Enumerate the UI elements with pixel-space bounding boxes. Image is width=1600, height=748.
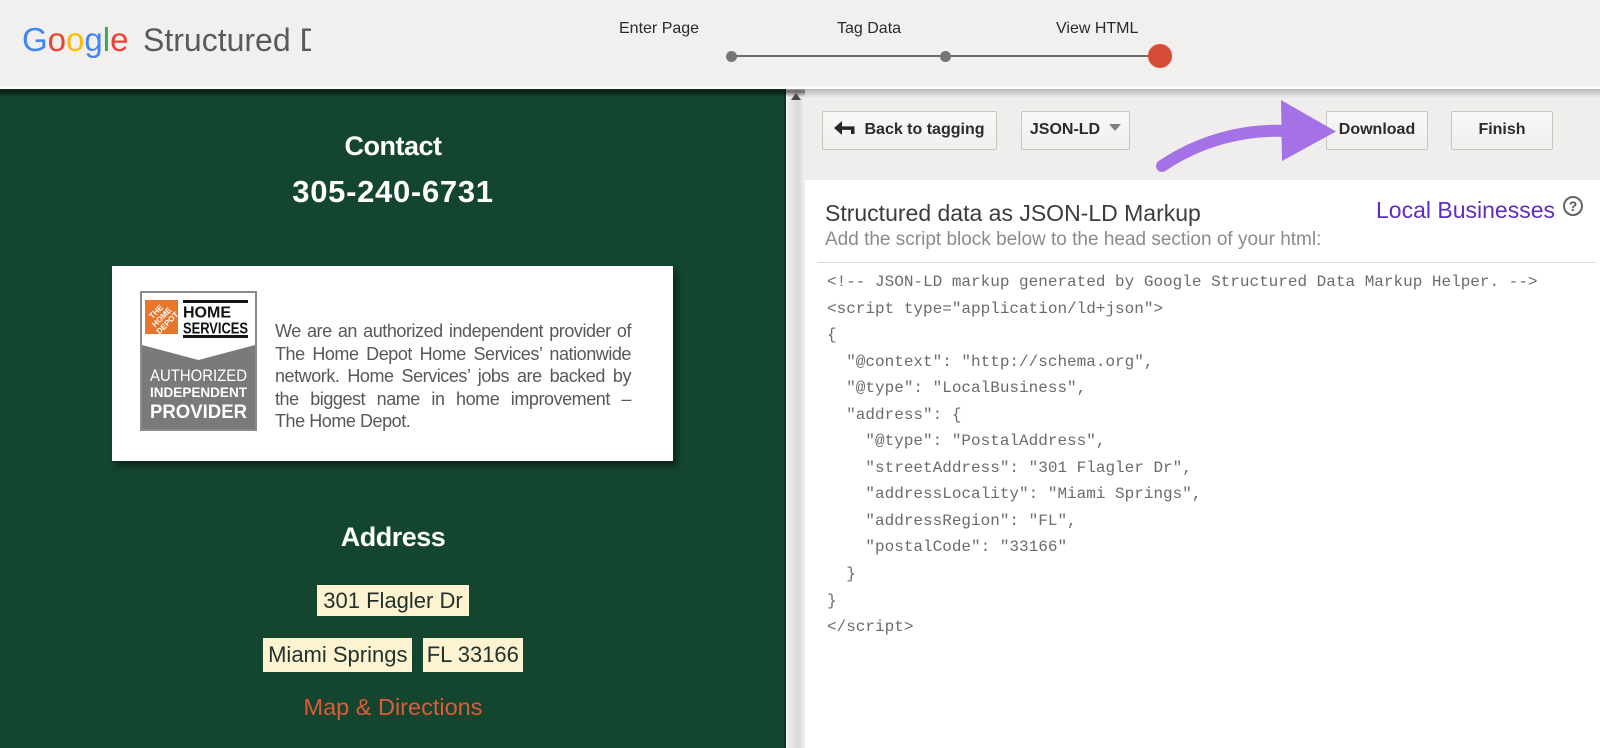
svg-text:SERVICES: SERVICES [183, 321, 248, 338]
svg-text:INDEPENDENT: INDEPENDENT [150, 384, 247, 400]
svg-text:HOME: HOME [183, 305, 231, 322]
svg-text:AUTHORIZED: AUTHORIZED [150, 367, 247, 385]
svg-text:PROVIDER: PROVIDER [150, 402, 247, 423]
